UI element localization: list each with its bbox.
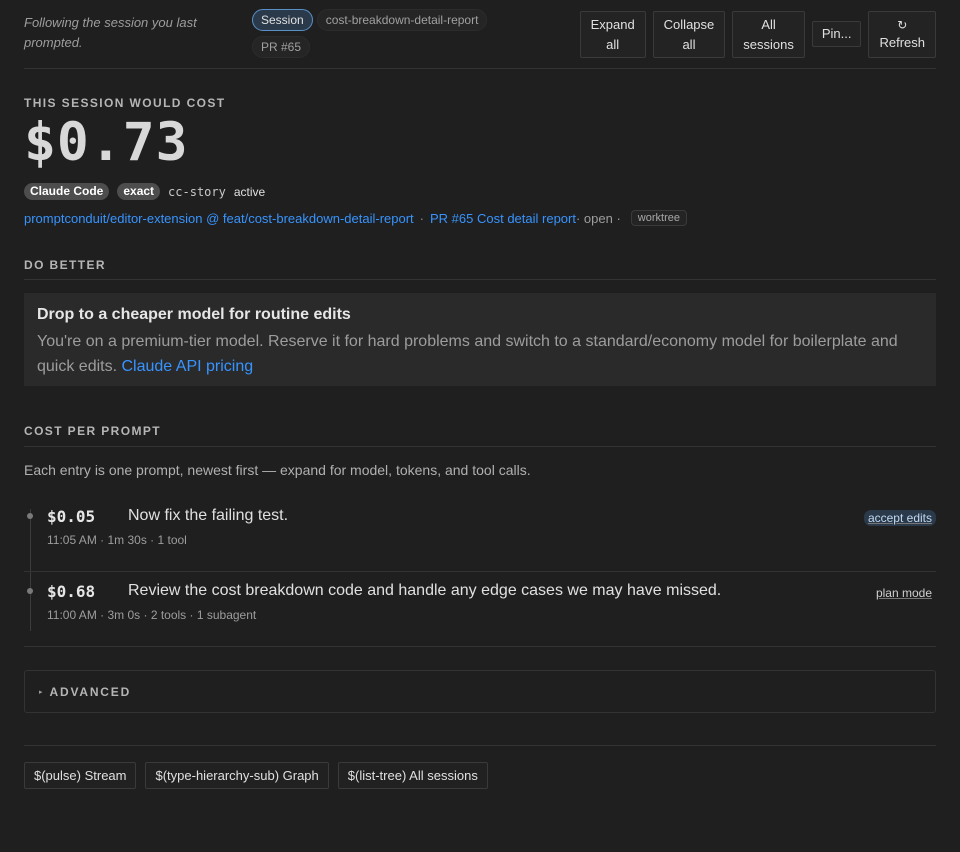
cost-per-prompt-description: Each entry is one prompt, newest first —… bbox=[24, 462, 531, 478]
prompt-cost: $0.68 bbox=[47, 582, 96, 601]
tip-title: Drop to a cheaper model for routine edit… bbox=[37, 306, 351, 323]
footer-actions: $(pulse) Stream $(type-hierarchy-sub) Gr… bbox=[24, 762, 488, 789]
pin-button[interactable]: Pin... bbox=[811, 21, 862, 47]
timeline-dot bbox=[27, 588, 33, 594]
advanced-label: ADVANCED bbox=[49, 684, 132, 699]
project-name: cc-story bbox=[168, 184, 226, 199]
prompt-text: Review the cost breakdown code and handl… bbox=[128, 582, 722, 599]
divider bbox=[24, 745, 936, 746]
session-cost-panel: Following the session you last prompted.… bbox=[24, 0, 936, 789]
session-cost-label: THIS SESSION WOULD COST bbox=[24, 96, 226, 110]
session-cost-amount: $0.73 bbox=[24, 112, 189, 173]
collapse-all-button[interactable]: Collapse all bbox=[652, 11, 726, 58]
pricing-link[interactable]: Claude API pricing bbox=[122, 358, 254, 375]
repo-info: promptconduit/editor-extension @ feat/co… bbox=[24, 210, 687, 226]
following-note: Following the session you last prompted. bbox=[24, 15, 197, 50]
pr-state: · open · bbox=[575, 210, 621, 226]
header-actions: Expand all Collapse all All sessions Pin… bbox=[579, 11, 936, 58]
all-sessions-button[interactable]: All sessions bbox=[732, 11, 805, 58]
worktree-badge: worktree bbox=[630, 210, 687, 226]
session-tags: Claude Code exact cc-story active bbox=[24, 183, 265, 200]
do-better-label: DO BETTER bbox=[24, 258, 106, 272]
stream-button[interactable]: $(pulse) Stream bbox=[24, 762, 137, 789]
divider bbox=[24, 279, 936, 280]
chip-branch[interactable]: cost-breakdown-detail-report bbox=[316, 9, 488, 31]
repo-branch-link[interactable]: promptconduit/editor-extension @ feat/co… bbox=[24, 211, 414, 226]
chevron-right-icon: ▸ bbox=[39, 688, 43, 696]
refresh-icon: ↻ bbox=[897, 17, 908, 32]
tag-exact: exact bbox=[117, 183, 161, 200]
chip-pr[interactable]: PR #65 bbox=[252, 36, 311, 58]
tip-card: Drop to a cheaper model for routine edit… bbox=[24, 293, 936, 386]
prompt-cost: $0.05 bbox=[47, 507, 96, 526]
cost-per-prompt-label: COST PER PROMPT bbox=[24, 424, 162, 438]
prompt-timeline: $0.05 Now fix the failing test. 11:05 AM… bbox=[24, 497, 936, 647]
prompt-entry[interactable]: $0.68 Review the cost breakdown code and… bbox=[24, 572, 936, 647]
refresh-button[interactable]: ↻ Refresh bbox=[868, 11, 936, 58]
chip-session[interactable]: Session bbox=[252, 9, 313, 31]
tip-body: You're on a premium-tier model. Reserve … bbox=[37, 333, 898, 375]
expand-all-button[interactable]: Expand all bbox=[579, 11, 646, 58]
timeline-dot bbox=[27, 513, 33, 519]
prompt-meta: 11:05 AM · 1m 30s · 1 tool bbox=[47, 533, 187, 547]
divider bbox=[24, 446, 936, 447]
graph-button[interactable]: $(type-hierarchy-sub) Graph bbox=[145, 762, 329, 789]
session-chips: Session cost-breakdown-detail-report PR #… bbox=[252, 9, 512, 63]
prompt-meta: 11:00 AM · 3m 0s · 2 tools · 1 subagent bbox=[47, 608, 257, 622]
prompt-entry[interactable]: $0.05 Now fix the failing test. 11:05 AM… bbox=[24, 497, 936, 572]
separator: · bbox=[419, 210, 425, 226]
session-status: active bbox=[233, 184, 266, 199]
header-bar: Following the session you last prompted.… bbox=[24, 0, 936, 69]
tag-agent: Claude Code bbox=[24, 183, 110, 200]
all-sessions-footer-button[interactable]: $(list-tree) All sessions bbox=[337, 762, 488, 789]
advanced-toggle[interactable]: ▸ ADVANCED bbox=[24, 670, 936, 713]
pr-link[interactable]: PR #65 Cost detail report bbox=[430, 211, 576, 226]
mode-badge: plan mode bbox=[875, 586, 932, 600]
mode-badge: accept edits bbox=[863, 510, 936, 526]
prompt-text: Now fix the failing test. bbox=[128, 507, 289, 524]
